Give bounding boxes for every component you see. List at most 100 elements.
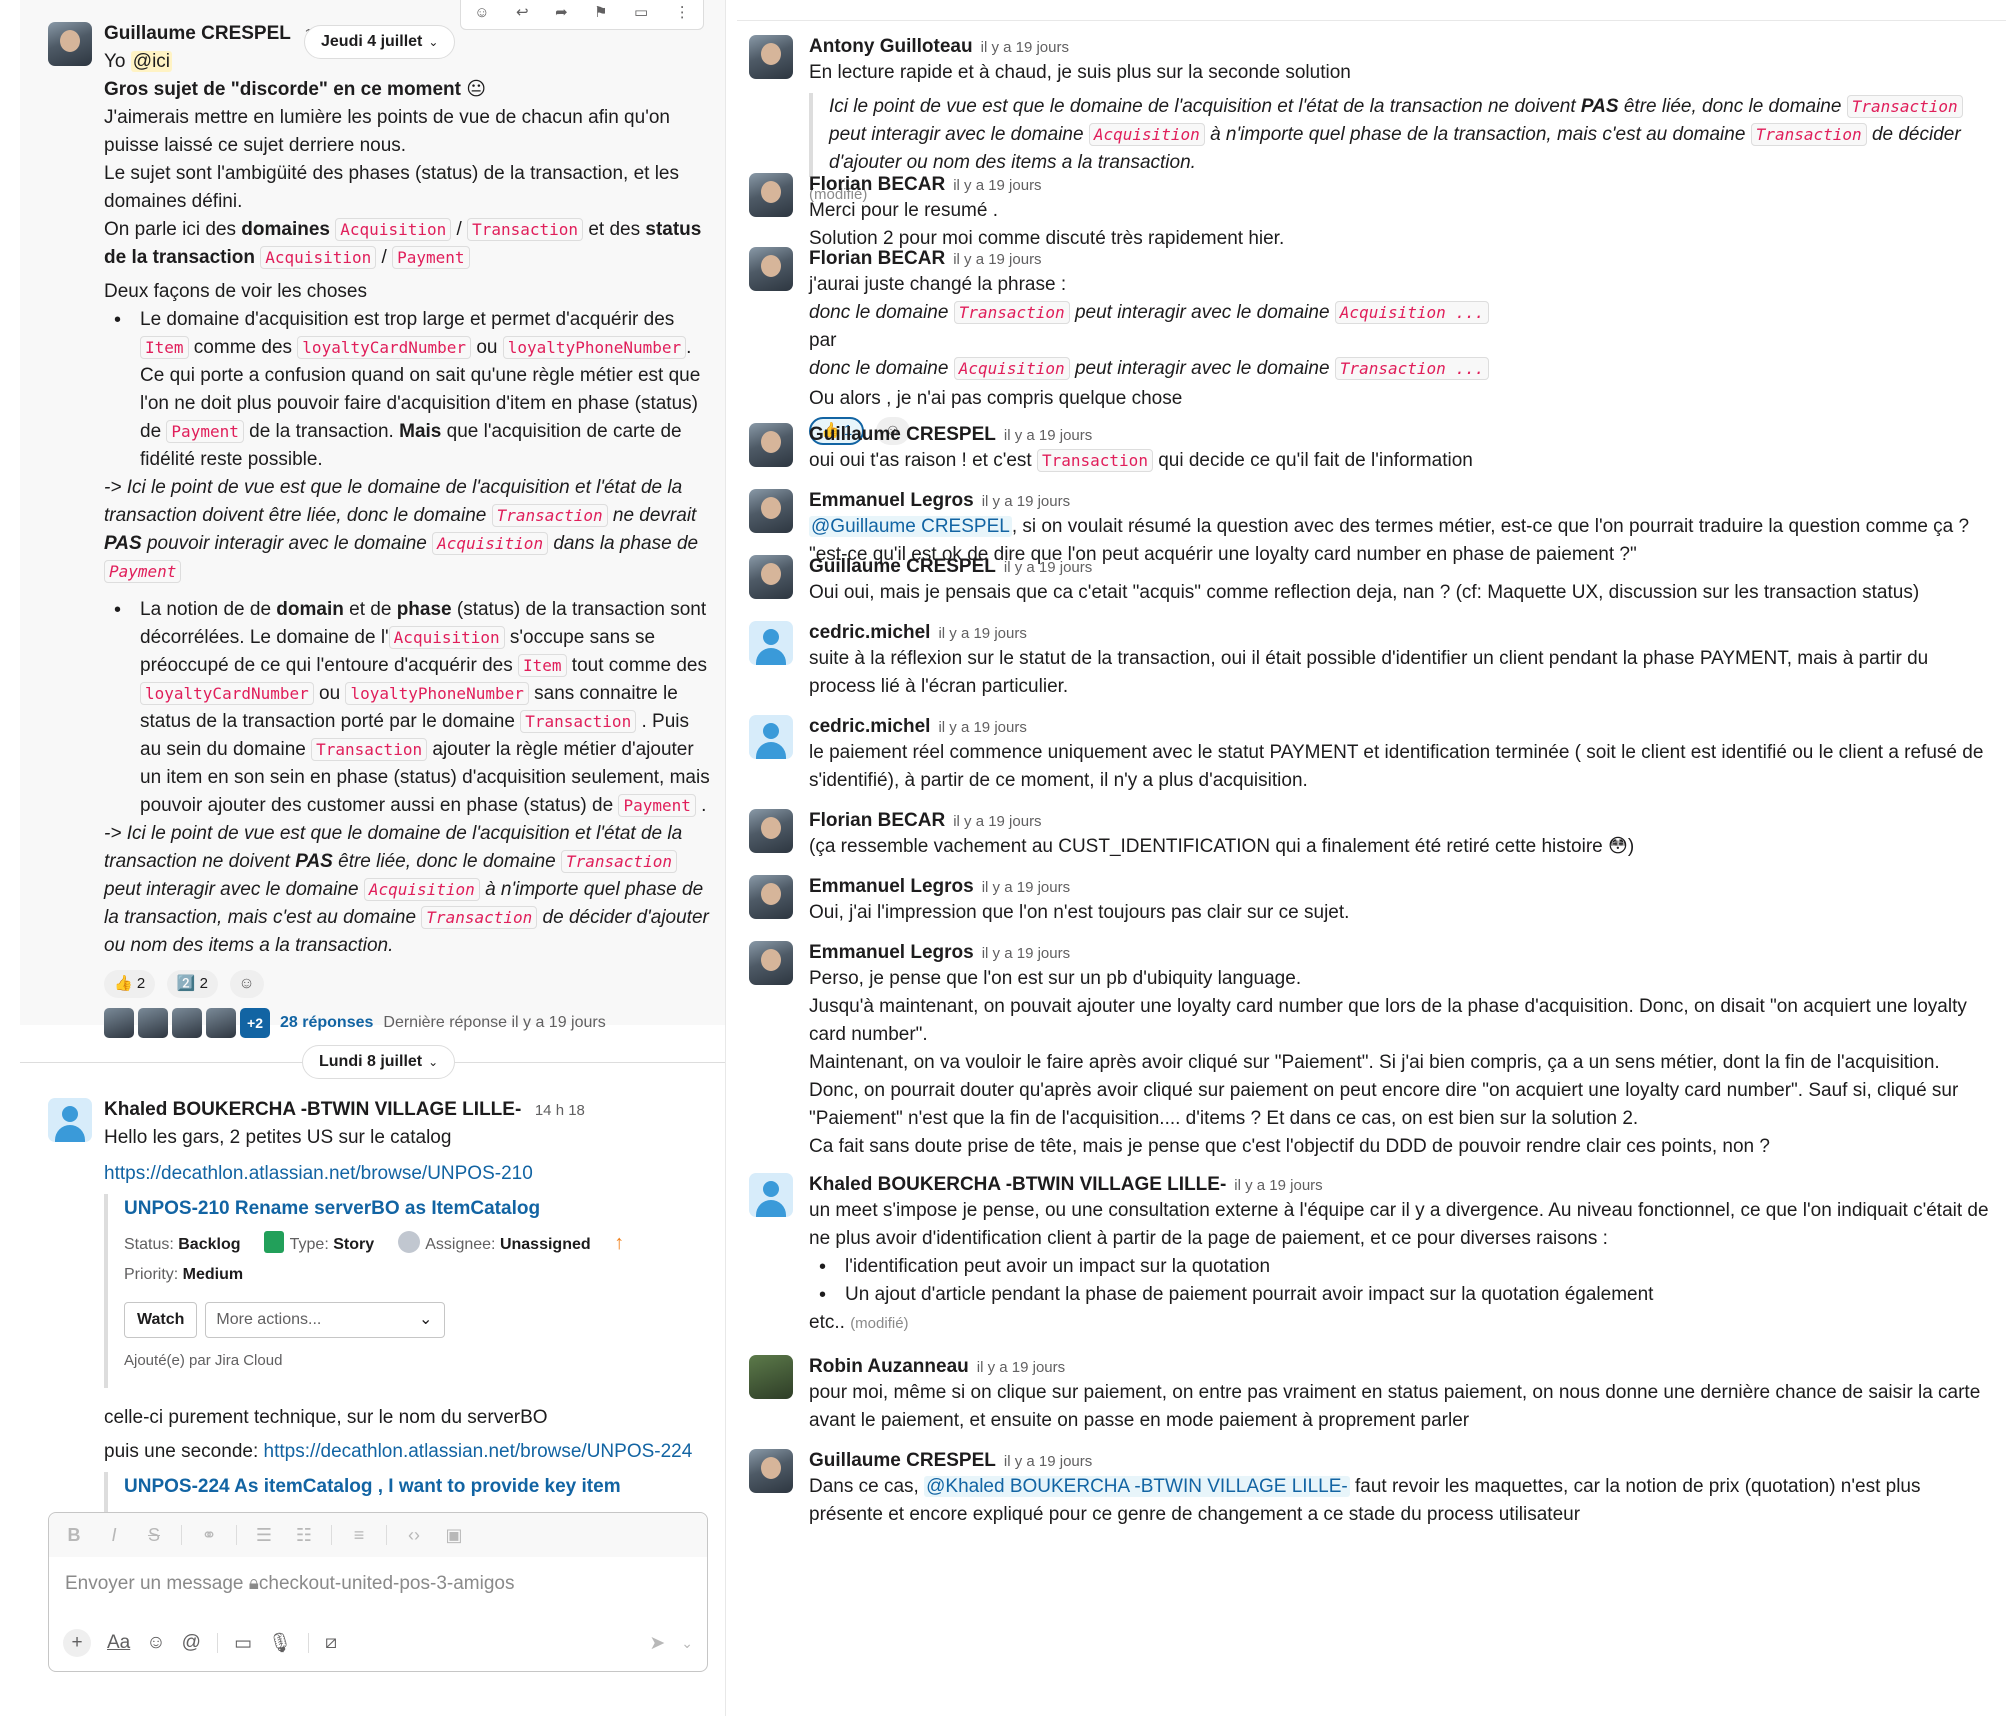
timestamp[interactable]: 14 h 18 <box>535 1102 585 1119</box>
avatar[interactable] <box>749 423 793 467</box>
video-icon[interactable]: ▭ <box>234 1632 252 1655</box>
message-body: Oui, j'ai l'impression que l'on n'est to… <box>809 902 1350 923</box>
avatar[interactable] <box>749 715 793 759</box>
timestamp[interactable]: il y a 19 jours <box>982 945 1070 962</box>
timestamp[interactable]: il y a 19 jours <box>977 1359 1065 1376</box>
message-input[interactable]: Envoyer un message 🔒︎checkout-united-pos… <box>49 1557 707 1615</box>
story-icon <box>264 1231 285 1253</box>
emoji-icon[interactable]: ☺ <box>146 1632 165 1654</box>
slash-command-icon[interactable]: ⧄ <box>325 1632 337 1654</box>
timestamp[interactable]: il y a 19 jours <box>938 719 1026 736</box>
more-icon[interactable]: ⋮ <box>675 3 690 21</box>
author-name[interactable]: Guillaume CRESPEL <box>104 23 291 44</box>
strikethrough-icon[interactable]: S <box>141 1525 167 1546</box>
avatar[interactable] <box>749 1355 793 1399</box>
timestamp[interactable]: il y a 19 jours <box>1234 1177 1322 1194</box>
add-reaction-icon[interactable]: ☺ <box>229 970 264 998</box>
link-icon[interactable]: ⚭ <box>196 1525 222 1546</box>
author-name[interactable]: Guillaume CRESPEL <box>809 424 996 445</box>
timestamp[interactable]: il y a 19 jours <box>1004 559 1092 576</box>
author-name[interactable]: Florian BECAR <box>809 810 945 831</box>
italic-icon[interactable]: I <box>101 1525 127 1546</box>
author-name[interactable]: Antony Guilloteau <box>809 36 973 57</box>
avatar[interactable] <box>749 621 793 665</box>
timestamp[interactable]: il y a 19 jours <box>953 813 1041 830</box>
emoji-react-icon[interactable]: ☺ <box>474 4 489 21</box>
avatar[interactable] <box>749 1449 793 1493</box>
code-icon[interactable]: ‹› <box>401 1525 427 1546</box>
timestamp[interactable]: il y a 19 jours <box>982 879 1070 896</box>
avatar[interactable] <box>48 1098 92 1142</box>
issue-priority: Medium <box>182 1266 244 1283</box>
reaction-two[interactable]: 2️⃣ 2 <box>166 970 218 998</box>
author-name[interactable]: Guillaume CRESPEL <box>809 556 996 577</box>
avatar[interactable] <box>749 247 793 291</box>
unfurl-title[interactable]: UNPOS-224 As itemCatalog , I want to pro… <box>124 1472 714 1502</box>
author-name[interactable]: cedric.michel <box>809 622 930 643</box>
avatar[interactable] <box>749 173 793 217</box>
avatar[interactable] <box>749 35 793 79</box>
timestamp[interactable]: il y a 19 jours <box>1004 1453 1092 1470</box>
mention[interactable]: @ici <box>130 51 173 72</box>
timestamp[interactable]: il y a 19 jours <box>938 625 1026 642</box>
added-by: Ajouté(e) par Jira Cloud <box>124 1352 283 1369</box>
timestamp[interactable]: il y a 19 jours <box>953 177 1041 194</box>
timestamp[interactable]: il y a 19 jours <box>981 39 1069 56</box>
mention-icon[interactable]: @ <box>182 1632 201 1654</box>
jira-link[interactable]: https://decathlon.atlassian.net/browse/U… <box>104 1160 714 1188</box>
avatar[interactable] <box>749 941 793 985</box>
save-icon[interactable]: ▭ <box>634 3 648 21</box>
more-actions-select[interactable]: More actions... ⌄ <box>205 1302 446 1338</box>
mention[interactable]: @Khaled BOUKERCHA -BTWIN VILLAGE LILLE- <box>924 1476 1350 1497</box>
watch-button[interactable]: Watch <box>124 1302 198 1338</box>
bookmark-icon[interactable]: ⚑ <box>594 3 607 21</box>
code-block-icon[interactable]: ▣ <box>441 1525 467 1546</box>
message-body: oui oui t'as raison ! et c'est Transacti… <box>809 449 1473 472</box>
divider <box>331 1525 332 1545</box>
ordered-list-icon[interactable]: ☰ <box>251 1525 277 1546</box>
thread-summary[interactable]: +2 28 réponses Dernière réponse il y a 1… <box>104 1008 714 1038</box>
unfurl-title[interactable]: UNPOS-210 Rename serverBO as ItemCatalog <box>124 1194 714 1224</box>
avatar[interactable] <box>749 489 793 533</box>
timestamp[interactable]: il y a 19 jours <box>1004 427 1092 444</box>
message-body: Merci pour le resumé . Solution 2 pour m… <box>809 200 1285 249</box>
emoji-icon: 😳 <box>1608 836 1628 857</box>
microphone-icon[interactable]: 🎙︎ <box>268 1631 292 1655</box>
timestamp[interactable]: il y a 19 jours <box>982 493 1070 510</box>
timestamp[interactable]: il y a 19 jours <box>953 251 1041 268</box>
author-name[interactable]: Emmanuel Legros <box>809 490 974 511</box>
date-divider-pill[interactable]: Lundi 8 juillet ⌄ <box>302 1045 456 1079</box>
avatar[interactable] <box>749 875 793 919</box>
avatar[interactable] <box>749 555 793 599</box>
mention[interactable]: @Guillaume CRESPEL <box>809 516 1012 537</box>
reaction-thumbs-up[interactable]: 👍 2 <box>104 970 156 998</box>
author-name[interactable]: cedric.michel <box>809 716 930 737</box>
author-name[interactable]: Emmanuel Legros <box>809 942 974 963</box>
list-item: Un ajout d'article pendant la phase de p… <box>809 1281 1999 1309</box>
author-name[interactable]: Emmanuel Legros <box>809 876 974 897</box>
thread-replies-link[interactable]: 28 réponses <box>280 1014 373 1032</box>
avatar[interactable] <box>749 1173 793 1217</box>
forward-icon[interactable]: ➦ <box>555 3 568 21</box>
bullet-list-icon[interactable]: ☷ <box>291 1525 317 1546</box>
plus-icon[interactable]: + <box>63 1629 91 1657</box>
author-name[interactable]: Robin Auzanneau <box>809 1356 969 1377</box>
author-name[interactable]: Guillaume CRESPEL <box>809 1450 996 1471</box>
chevron-down-icon[interactable]: ⌄ <box>681 1635 693 1652</box>
avatar[interactable] <box>749 809 793 853</box>
avatar[interactable] <box>48 22 92 66</box>
avatar <box>206 1008 236 1038</box>
author-name[interactable]: Florian BECAR <box>809 248 945 269</box>
send-icon[interactable]: ➤ <box>649 1632 665 1655</box>
date-divider-pill[interactable]: Jeudi 4 juillet ⌄ <box>304 25 456 59</box>
author-name[interactable]: Khaled BOUKERCHA -BTWIN VILLAGE LILLE- <box>104 1099 521 1120</box>
message-body: suite à la réflexion sur le statut de la… <box>809 648 1929 697</box>
bold-icon[interactable]: B <box>61 1525 87 1546</box>
reply-icon[interactable]: ↩ <box>516 3 529 21</box>
author-name[interactable]: Florian BECAR <box>809 174 945 195</box>
jira-link[interactable]: https://decathlon.atlassian.net/browse/U… <box>264 1441 693 1462</box>
author-name[interactable]: Khaled BOUKERCHA -BTWIN VILLAGE LILLE- <box>809 1174 1226 1195</box>
text-format-icon[interactable]: Aa <box>107 1632 130 1654</box>
message-composer[interactable]: B I S ⚭ ☰ ☷ ≡ ‹› ▣ Envoyer un message 🔒︎… <box>48 1512 708 1672</box>
blockquote-icon[interactable]: ≡ <box>346 1525 372 1546</box>
